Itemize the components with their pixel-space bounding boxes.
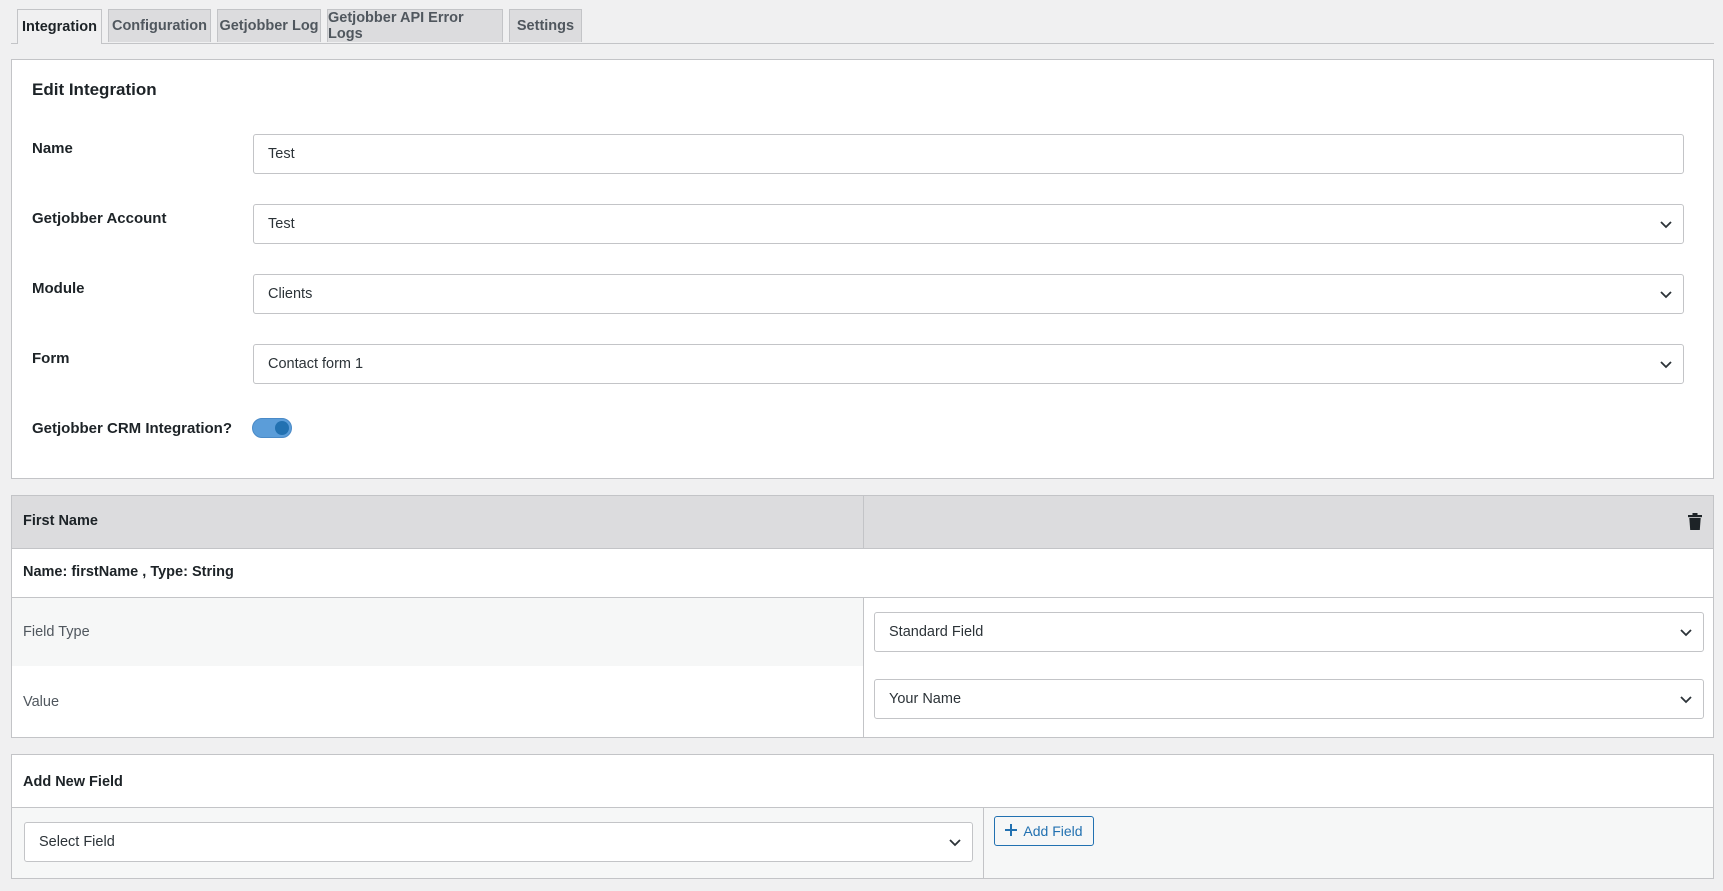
header-divider bbox=[863, 496, 864, 548]
chevron-down-icon bbox=[1679, 625, 1693, 639]
plus-icon bbox=[1005, 823, 1018, 839]
tab-configuration[interactable]: Configuration bbox=[108, 9, 211, 42]
tab-integration[interactable]: Integration bbox=[17, 9, 102, 44]
tab-bar: Integration Configuration Getjobber Log … bbox=[11, 9, 1714, 44]
crm-integration-toggle[interactable] bbox=[252, 418, 292, 438]
add-field-row: Select Field bbox=[12, 807, 1713, 878]
account-label: Getjobber Account bbox=[32, 210, 167, 227]
module-select[interactable]: Clients bbox=[253, 274, 1684, 314]
field-meta-row: Name: firstName , Type: String bbox=[12, 548, 1713, 598]
select-field-dropdown[interactable]: Select Field bbox=[24, 822, 973, 862]
name-input[interactable]: Test bbox=[253, 134, 1684, 174]
field-mapping-panel: First Name Name: firstName , Type: Strin… bbox=[11, 495, 1714, 738]
account-select-value: Test bbox=[268, 216, 295, 232]
field-type-select-value: Standard Field bbox=[889, 624, 984, 640]
edit-integration-panel: Edit Integration Name Test Getjobber Acc… bbox=[11, 59, 1714, 479]
trash-icon[interactable] bbox=[1688, 513, 1702, 530]
module-select-value: Clients bbox=[268, 286, 313, 302]
add-field-panel: Add New Field Select Field Add Field bbox=[11, 754, 1714, 879]
column-divider bbox=[863, 598, 864, 737]
form-select-value: Contact form 1 bbox=[268, 356, 364, 372]
field-meta: Name: firstName , Type: String bbox=[23, 564, 234, 580]
form-select[interactable]: Contact form 1 bbox=[253, 344, 1684, 384]
account-select[interactable]: Test bbox=[253, 204, 1684, 244]
select-field-value: Select Field bbox=[39, 834, 115, 850]
tab-api-error-logs[interactable]: Getjobber API Error Logs bbox=[327, 9, 503, 42]
module-label: Module bbox=[32, 280, 85, 297]
chevron-down-icon bbox=[1679, 692, 1693, 706]
field-type-label: Field Type bbox=[23, 624, 90, 640]
field-type-select[interactable]: Standard Field bbox=[874, 612, 1704, 652]
value-select[interactable]: Your Name bbox=[874, 679, 1704, 719]
form-label: Form bbox=[32, 350, 70, 367]
chevron-down-icon bbox=[948, 835, 962, 849]
chevron-down-icon bbox=[1659, 357, 1673, 371]
chevron-down-icon bbox=[1659, 217, 1673, 231]
add-field-button[interactable]: Add Field bbox=[994, 816, 1094, 846]
name-input-value: Test bbox=[268, 146, 295, 162]
add-field-divider bbox=[983, 808, 984, 878]
panel-title: Edit Integration bbox=[32, 80, 157, 99]
add-field-title: Add New Field bbox=[23, 774, 123, 790]
field-mapping-title: First Name bbox=[23, 513, 98, 529]
tab-getjobber-log[interactable]: Getjobber Log bbox=[217, 9, 321, 42]
tab-settings[interactable]: Settings bbox=[509, 9, 582, 42]
name-label: Name bbox=[32, 140, 73, 157]
crm-integration-label: Getjobber CRM Integration? bbox=[32, 420, 232, 437]
value-select-value: Your Name bbox=[889, 691, 962, 707]
value-label: Value bbox=[23, 694, 60, 710]
add-field-button-label: Add Field bbox=[1023, 823, 1083, 839]
toggle-knob bbox=[275, 421, 289, 435]
field-mapping-header: First Name bbox=[12, 496, 1713, 549]
chevron-down-icon bbox=[1659, 287, 1673, 301]
